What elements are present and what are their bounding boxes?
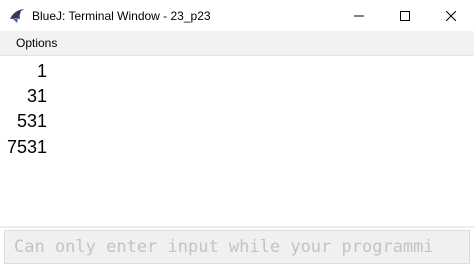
- menu-bar: Options: [0, 31, 474, 56]
- close-icon: [446, 10, 456, 21]
- output-line: 1: [36, 61, 47, 81]
- window-title: BlueJ: Terminal Window - 23_p23: [32, 8, 211, 23]
- output-line: 31: [26, 86, 47, 106]
- output-line: 531: [16, 111, 47, 131]
- terminal-output: 1 31 531 7531: [0, 56, 474, 226]
- terminal-input-container: [4, 230, 470, 264]
- terminal-input-field[interactable]: [5, 231, 469, 263]
- output-line: 7531: [6, 137, 47, 157]
- bluej-bird-icon: [10, 8, 24, 23]
- maximize-icon: [400, 10, 410, 21]
- terminal-window: BlueJ: Terminal Window - 23_p23 Options …: [0, 0, 474, 268]
- maximize-button[interactable]: [382, 0, 428, 31]
- close-button[interactable]: [428, 0, 474, 31]
- menu-options[interactable]: Options: [16, 36, 57, 50]
- divider: [0, 226, 474, 228]
- minimize-button[interactable]: [336, 0, 382, 31]
- minimize-icon: [354, 15, 364, 16]
- title-bar: BlueJ: Terminal Window - 23_p23: [0, 0, 474, 31]
